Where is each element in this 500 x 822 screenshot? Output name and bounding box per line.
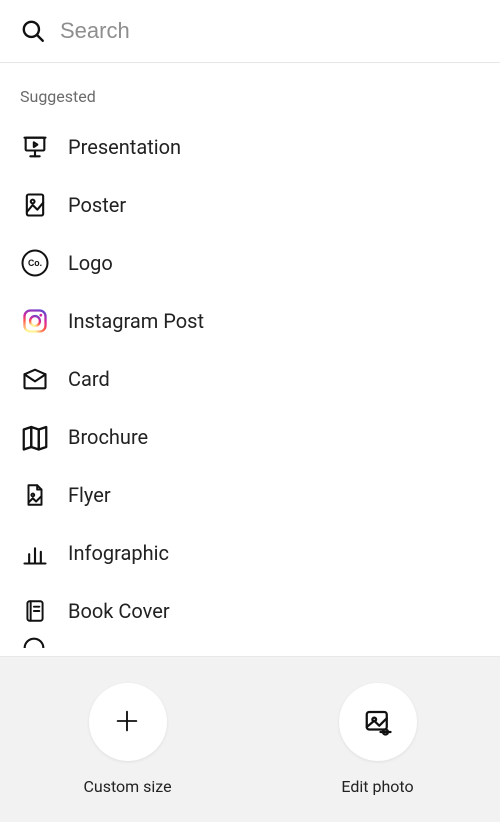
design-type-picker: Suggested Presentation Poster [0,0,500,822]
book-cover-icon [20,596,50,626]
flyer-icon [20,480,50,510]
list-item-label: Logo [68,251,113,275]
suggested-item-infographic[interactable]: Infographic [0,524,500,582]
search-input[interactable] [60,18,480,44]
search-icon [20,18,46,44]
instagram-icon [20,306,50,336]
list-item-label: Card [68,367,110,391]
brochure-icon [20,422,50,452]
suggested-item-presentation[interactable]: Presentation [0,118,500,176]
presentation-icon [20,132,50,162]
custom-size-circle [89,683,167,761]
suggested-item-card[interactable]: Card [0,350,500,408]
poster-icon [20,190,50,220]
custom-size-label: Custom size [83,777,171,796]
svg-text:Co.: Co. [28,258,42,268]
list-item-label: Instagram Post [68,309,204,333]
suggested-item-poster[interactable]: Poster [0,176,500,234]
edit-photo-label: Edit photo [341,777,413,796]
card-icon [20,364,50,394]
infographic-icon [20,538,50,568]
suggested-item-instagram[interactable]: Instagram Post [0,292,500,350]
list-item-label: Book Cover [68,599,170,623]
bottom-actions: Custom size Edit photo [0,656,500,822]
list-item-label: Presentation [68,135,181,159]
suggested-item-book-cover[interactable]: Book Cover [0,582,500,640]
list-item-label: Flyer [68,483,111,507]
custom-size-button[interactable]: Custom size [83,683,171,796]
logo-icon: Co. [20,248,50,278]
edit-photo-icon [363,707,393,737]
section-label: Suggested [0,63,500,118]
suggested-item-flyer[interactable]: Flyer [0,466,500,524]
edit-photo-circle [339,683,417,761]
edit-photo-button[interactable]: Edit photo [339,683,417,796]
list-item-label: Poster [68,193,126,217]
list-item-label: Brochure [68,425,148,449]
suggested-item-brochure[interactable]: Brochure [0,408,500,466]
search-bar[interactable] [0,0,500,63]
plus-icon [113,707,143,737]
suggested-item-logo[interactable]: Co. Logo [0,234,500,292]
list-item-label: Infographic [68,541,169,565]
